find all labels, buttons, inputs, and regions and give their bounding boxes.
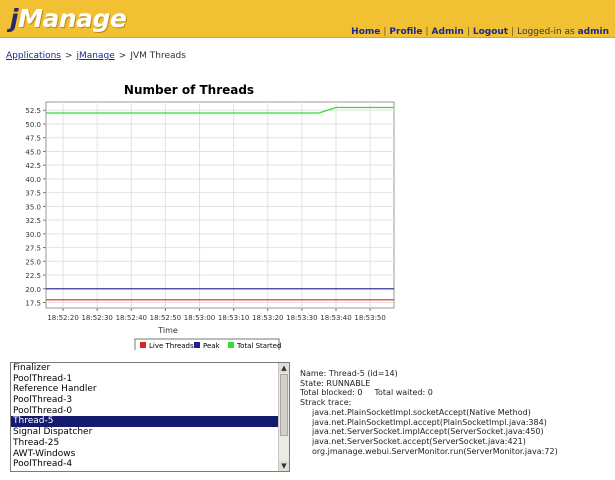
x-tick-label: 18:53:40 — [320, 314, 351, 322]
thread-list-scrollbar[interactable]: ▲ ▼ — [278, 363, 289, 471]
logged-in-label: Logged-in as — [517, 27, 575, 37]
legend-label: Total Started — [236, 342, 281, 350]
y-tick-label: 35.0 — [25, 203, 41, 211]
nav-admin-link[interactable]: Admin — [432, 27, 464, 37]
x-tick-label: 18:53:00 — [184, 314, 215, 322]
thread-list-item[interactable]: PoolThread-0 — [11, 406, 279, 417]
x-tick-label: 18:52:30 — [81, 314, 112, 322]
thread-list-item[interactable]: PoolThread-3 — [11, 395, 279, 406]
stack-trace: java.net.PlainSocketImpl.socketAccept(Na… — [300, 408, 558, 457]
y-tick-label: 17.5 — [25, 300, 41, 308]
y-tick-label: 40.0 — [25, 176, 41, 184]
scroll-down-arrow-icon[interactable]: ▼ — [279, 461, 289, 471]
stack-trace-label: Strack trace: — [300, 398, 352, 408]
scroll-up-arrow-icon[interactable]: ▲ — [279, 363, 289, 373]
y-tick-label: 45.0 — [25, 148, 41, 156]
legend-label: Live Threads — [149, 342, 194, 350]
x-tick-label: 18:52:20 — [47, 314, 78, 322]
thread-name: Name: Thread-5 (id=14) — [300, 369, 398, 378]
breadcrumb-current: JVM Threads — [130, 51, 186, 61]
thread-state: State: RUNNABLE — [300, 378, 371, 388]
scroll-thumb[interactable] — [280, 374, 288, 436]
stack-trace-line: java.net.ServerSocket.accept(ServerSocke… — [312, 436, 526, 446]
y-tick-label: 22.5 — [25, 272, 41, 280]
x-tick-label: 18:53:10 — [218, 314, 249, 322]
total-waited: Total waited: 0 — [374, 388, 433, 398]
y-tick-label: 52.5 — [25, 107, 41, 115]
y-tick-label: 25.0 — [25, 258, 41, 266]
thread-list-item[interactable]: Signal Dispatcher — [11, 427, 279, 438]
thread-list-item[interactable]: Reference Handler — [11, 384, 279, 395]
y-tick-label: 37.5 — [25, 190, 41, 198]
x-tick-label: 18:53:20 — [252, 314, 283, 322]
thread-list-item[interactable]: Thread-25 — [11, 438, 279, 449]
chart-title: Number of Threads — [124, 83, 254, 97]
total-blocked: Total blocked: 0 — [300, 388, 363, 398]
legend-swatch — [140, 342, 146, 348]
username: admin — [577, 27, 609, 37]
y-tick-label: 30.0 — [25, 231, 41, 239]
thread-list-item[interactable]: PoolThread-1 — [11, 374, 279, 385]
x-axis-label: Time — [157, 326, 178, 335]
breadcrumb: Applications > jManage > JVM Threads — [6, 51, 186, 61]
thread-details: Name: Thread-5 (id=14) State: RUNNABLE T… — [300, 369, 558, 456]
legend-swatch — [228, 342, 234, 348]
stack-trace-line: java.net.PlainSocketImpl.socketAccept(Na… — [312, 407, 531, 417]
stack-trace-line: java.net.ServerSocket.implAccept(ServerS… — [312, 427, 544, 437]
nav-home-link[interactable]: Home — [351, 27, 380, 37]
y-tick-label: 20.0 — [25, 286, 41, 294]
thread-list-item[interactable]: Finalizer — [11, 363, 279, 374]
y-tick-label: 42.5 — [25, 162, 41, 170]
nav-logout-link[interactable]: Logout — [473, 27, 508, 37]
jmanage-logo[interactable]: jManage — [10, 4, 127, 33]
y-tick-label: 27.5 — [25, 245, 41, 253]
app-header: jManage Home | Profile | Admin | Logout | Logged… — [0, 0, 615, 38]
legend-label: Peak — [203, 342, 221, 350]
x-tick-label: 18:52:50 — [150, 314, 181, 322]
plot-area — [45, 101, 395, 309]
top-nav: Home | Profile | Admin | Logout | Logged-in as a… — [351, 27, 609, 37]
x-tick-label: 18:53:50 — [354, 314, 385, 322]
x-tick-label: 18:52:40 — [116, 314, 147, 322]
stack-trace-line: org.jmanage.webui.ServerMonitor.run(Serv… — [312, 446, 558, 456]
threads-chart: Number of Threads 17.5 20.0 22.5 25.0 27.5 30.… — [25, 83, 395, 350]
thread-list-item[interactable]: AWT-Windows — [11, 449, 279, 460]
breadcrumb-applications[interactable]: Applications — [6, 51, 61, 61]
y-tick-label: 47.5 — [25, 135, 41, 143]
thread-list-item[interactable]: PoolThread-4 — [11, 459, 279, 470]
stack-trace-line: java.net.PlainSocketImpl.accept(PlainSoc… — [312, 417, 547, 427]
x-tick-label: 18:53:30 — [286, 314, 317, 322]
y-tick-label: 50.0 — [25, 121, 41, 129]
y-tick-label: 32.5 — [25, 217, 41, 225]
thread-list-items: Finalizer PoolThread-1 Reference Handler Po… — [11, 363, 279, 470]
legend-swatch — [194, 342, 200, 348]
thread-list[interactable]: Finalizer PoolThread-1 Reference Handler Po… — [10, 362, 290, 472]
thread-list-item[interactable]: Thread-5 — [11, 416, 279, 428]
breadcrumb-jmanage[interactable]: jManage — [77, 51, 115, 61]
nav-profile-link[interactable]: Profile — [389, 27, 422, 37]
